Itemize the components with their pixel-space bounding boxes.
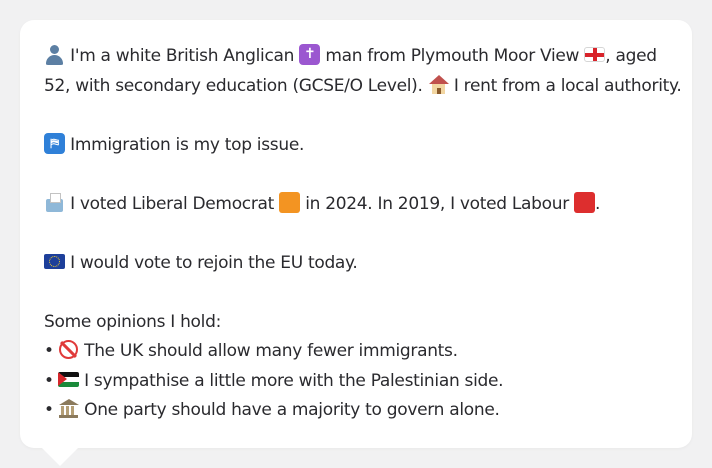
ballot-box-icon (44, 192, 65, 213)
list-item: • The UK should allow many fewer immigra… (44, 337, 684, 367)
identity-text-2: man from Plymouth Moor View (325, 46, 580, 66)
opinions-heading: Some opinions I hold: (44, 311, 221, 332)
palestine-flag-icon (58, 371, 79, 387)
bubble-tail (40, 446, 80, 466)
opinion-text-2: I sympathise a little more with the Pale… (84, 370, 504, 391)
eu-text: I would vote to rejoin the EU today. (70, 252, 358, 273)
voting-paragraph: I voted Liberal Democrat in 2024. In 201… (44, 190, 684, 220)
list-item: • One party should have a majority to go… (44, 396, 684, 426)
identity-paragraph: I'm a white British Anglican ✝ man from … (44, 42, 684, 101)
bullet: • (44, 400, 54, 420)
top-issue-text: Immigration is my top issue. (70, 134, 305, 155)
bullet: • (44, 341, 54, 361)
opinion-text-3: One party should have a majority to gove… (84, 400, 500, 420)
vote-text-1: I voted Liberal Democrat (70, 193, 275, 214)
latin-cross-icon: ✝ (299, 44, 321, 65)
orange-square-icon (279, 191, 301, 213)
house-icon (428, 74, 449, 95)
opinion-text-1: The UK should allow many fewer immigrant… (84, 341, 458, 361)
eu-flag-icon (44, 253, 65, 269)
housing-text: I rent from a local authority. (453, 75, 682, 96)
england-flag-icon (584, 47, 606, 62)
immigration-icon: ⛿ (44, 132, 65, 154)
vote-text-2: in 2024. In 2019, I voted Labour (305, 193, 569, 214)
red-square-icon (574, 191, 596, 213)
issue-paragraph: ⛿ Immigration is my top issue. (44, 131, 684, 161)
eu-paragraph: I would vote to rejoin the EU today. (44, 249, 684, 279)
classical-building-icon (58, 398, 79, 419)
vote-text-3: . (595, 193, 601, 214)
identity-text-1: I'm a white British Anglican (70, 46, 295, 66)
persona-description: I'm a white British Anglican ✝ man from … (44, 42, 684, 426)
bust-silhouette-icon (44, 44, 65, 65)
prohibited-icon (58, 339, 79, 360)
list-item: • I sympathise a little more with the Pa… (44, 367, 684, 397)
bullet: • (44, 370, 54, 391)
